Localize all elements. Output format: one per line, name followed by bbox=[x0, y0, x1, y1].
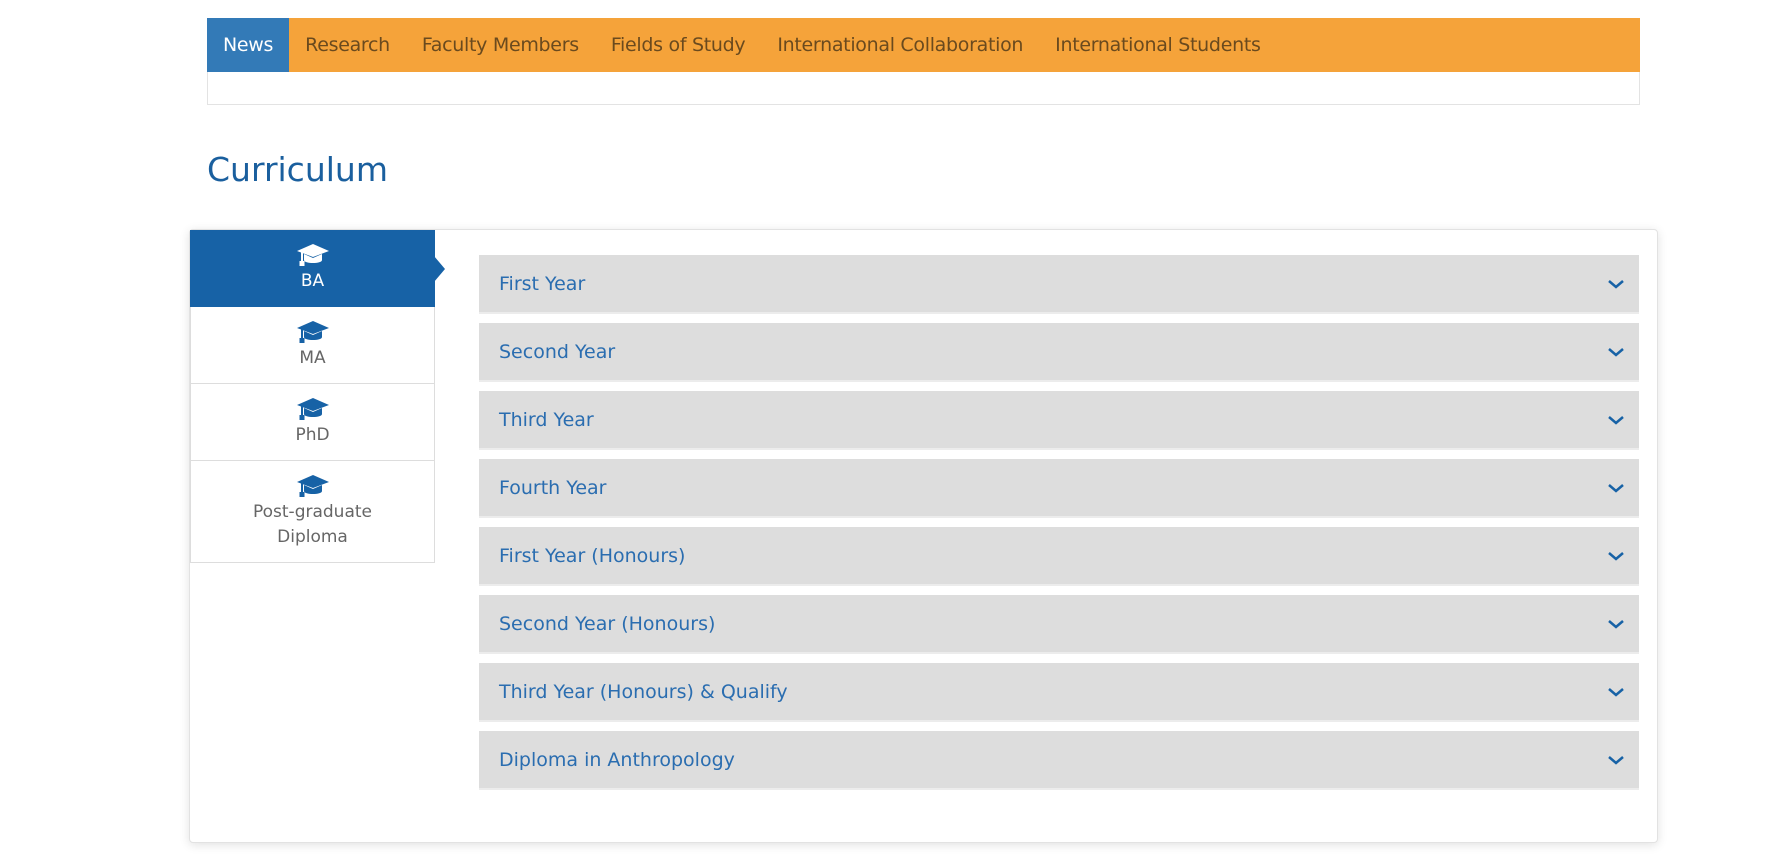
accordion-item-title: Third Year (Honours) & Qualify bbox=[499, 680, 788, 703]
tab-label: BA bbox=[300, 270, 325, 291]
accordion-item-title: Second Year (Honours) bbox=[499, 612, 716, 635]
graduation-cap-icon bbox=[296, 474, 329, 497]
chevron-down-icon bbox=[1608, 619, 1624, 629]
chevron-down-icon bbox=[1608, 687, 1624, 697]
accordion-item-title: Diploma in Anthropology bbox=[499, 748, 735, 771]
accordion-item[interactable]: Third Year (Honours) & Qualify bbox=[479, 663, 1639, 722]
accordion-item[interactable]: First Year bbox=[479, 255, 1639, 314]
chevron-down-icon bbox=[1608, 347, 1624, 357]
tab-post-graduate-diploma[interactable]: Post-graduate Diploma bbox=[190, 461, 435, 563]
chevron-down-icon bbox=[1608, 551, 1624, 561]
tab-phd[interactable]: PhD bbox=[190, 384, 435, 461]
accordion-item[interactable]: Fourth Year bbox=[479, 459, 1639, 518]
chevron-down-icon bbox=[1608, 279, 1624, 289]
graduation-cap-icon bbox=[296, 397, 329, 420]
accordion-item[interactable]: Second Year bbox=[479, 323, 1639, 382]
accordion-item-title: Second Year bbox=[499, 340, 616, 363]
nav-faculty-members[interactable]: Faculty Members bbox=[406, 18, 595, 72]
tab-ma[interactable]: MA bbox=[190, 307, 435, 384]
nav-international-students[interactable]: International Students bbox=[1039, 18, 1276, 72]
top-navigation: News Research Faculty Members Fields of … bbox=[207, 18, 1640, 105]
accordion-item-title: First Year bbox=[499, 272, 586, 295]
tab-label: MA bbox=[299, 347, 326, 368]
accordion-item-title: First Year (Honours) bbox=[499, 544, 686, 567]
chevron-down-icon bbox=[1608, 415, 1624, 425]
graduation-cap-icon bbox=[296, 243, 329, 266]
nav-bar: News Research Faculty Members Fields of … bbox=[207, 18, 1640, 72]
nav-news[interactable]: News bbox=[207, 18, 290, 72]
tab-label: PhD bbox=[295, 424, 330, 445]
tab-ba[interactable]: BA bbox=[190, 230, 445, 307]
accordion-item[interactable]: First Year (Honours) bbox=[479, 527, 1639, 586]
accordion-item-title: Fourth Year bbox=[499, 476, 607, 499]
accordion-item-title: Third Year bbox=[499, 408, 594, 431]
tab-label: Post-graduate Diploma bbox=[252, 501, 372, 547]
nav-research[interactable]: Research bbox=[289, 18, 406, 72]
page-title: Curriculum bbox=[207, 150, 388, 189]
nav-international-collaboration[interactable]: International Collaboration bbox=[761, 18, 1039, 72]
accordion-item[interactable]: Third Year bbox=[479, 391, 1639, 450]
nav-fields-of-study[interactable]: Fields of Study bbox=[595, 18, 762, 72]
chevron-down-icon bbox=[1608, 483, 1624, 493]
chevron-down-icon bbox=[1608, 755, 1624, 765]
year-accordion: First Year Second Year Third Year Fourth Ye… bbox=[479, 255, 1639, 799]
accordion-item[interactable]: Second Year (Honours) bbox=[479, 595, 1639, 654]
degree-tabs: BA MA PhD Post-graduate Diploma bbox=[190, 230, 445, 563]
accordion-item[interactable]: Diploma in Anthropology bbox=[479, 731, 1639, 790]
graduation-cap-icon bbox=[296, 320, 329, 343]
curriculum-panel: BA MA PhD Post-graduate Diploma First Year S… bbox=[189, 229, 1658, 843]
